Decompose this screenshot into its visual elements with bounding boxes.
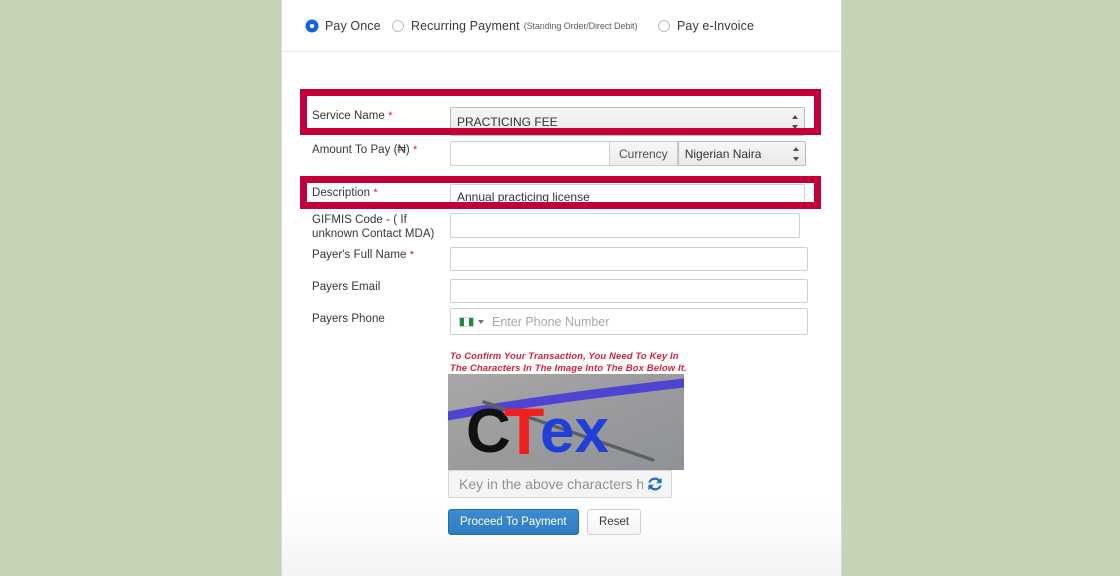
- label-amount-to-pay: Amount To Pay (₦) *: [312, 144, 418, 156]
- payment-type-row: Pay Once Recurring Payment (Standing Ord…: [282, 0, 841, 52]
- captcha-input[interactable]: [457, 475, 645, 493]
- label-payer-full-name: Payer's Full Name *: [312, 249, 415, 261]
- svg-text:T: T: [504, 394, 544, 468]
- payers-phone-input[interactable]: [490, 310, 807, 333]
- field-row-payer-name: Payer's Full Name *: [282, 247, 841, 280]
- description-input[interactable]: [450, 184, 805, 209]
- gifmis-code-input[interactable]: [450, 213, 800, 238]
- radio-indicator-recurring-payment[interactable]: [392, 20, 404, 32]
- flag-glyph: [459, 316, 474, 327]
- refresh-icon[interactable]: [645, 474, 665, 494]
- form-actions: Proceed To Payment Reset: [448, 509, 642, 535]
- captcha-image: C T ex: [448, 374, 684, 470]
- radio-sublabel-recurring-payment: (Standing Order/Direct Debit): [523, 21, 638, 31]
- chevron-updown-icon: [791, 114, 799, 129]
- required-marker: *: [413, 144, 418, 156]
- label-payers-phone: Payers Phone: [312, 313, 385, 325]
- radio-label-pay-once: Pay Once: [325, 19, 381, 33]
- control-amount-group: Currency Nigerian Naira: [450, 141, 806, 166]
- control-payer-phone: [450, 308, 808, 335]
- radio-option-pay-once[interactable]: Pay Once: [306, 19, 381, 33]
- amount-input[interactable]: [450, 141, 609, 166]
- control-payer-email: [450, 279, 808, 303]
- control-payer-name: [450, 247, 808, 271]
- control-description: [450, 184, 805, 209]
- label-payers-email: Payers Email: [312, 281, 381, 293]
- required-marker: *: [388, 110, 393, 122]
- required-marker: *: [373, 187, 378, 199]
- chevron-down-icon: [478, 319, 484, 324]
- reset-button[interactable]: Reset: [587, 509, 642, 535]
- payer-full-name-input[interactable]: [450, 247, 808, 271]
- service-name-select[interactable]: PRACTICING FEE: [450, 107, 805, 136]
- proceed-to-payment-button[interactable]: Proceed To Payment: [448, 509, 579, 535]
- label-service-name: Service Name *: [312, 110, 393, 122]
- currency-select[interactable]: Nigerian Naira: [677, 141, 806, 166]
- radio-indicator-pay-einvoice[interactable]: [658, 20, 670, 32]
- currency-addon-label: Currency: [609, 141, 678, 166]
- label-gifmis-code: GIFMIS Code - ( If unknown Contact MDA): [312, 214, 435, 240]
- service-name-value: PRACTICING FEE: [457, 114, 558, 129]
- label-description: Description *: [312, 187, 378, 199]
- nigeria-flag-icon[interactable]: [451, 316, 490, 327]
- field-row-payer-phone: Payers Phone: [282, 308, 841, 344]
- required-marker: *: [409, 249, 415, 261]
- captcha-input-wrapper: [448, 470, 672, 498]
- radio-option-recurring-payment[interactable]: Recurring Payment (Standing Order/Direct…: [392, 19, 637, 33]
- control-service-name: PRACTICING FEE: [450, 107, 805, 136]
- field-row-amount: Amount To Pay (₦) * Currency Nigerian Na…: [282, 141, 841, 175]
- radio-option-pay-einvoice[interactable]: Pay e-Invoice: [658, 19, 754, 33]
- payers-email-input[interactable]: [450, 279, 808, 303]
- captcha-instruction-text: To Confirm Your Transaction, You Need To…: [450, 351, 687, 374]
- captcha-image-content: C T ex: [448, 374, 684, 470]
- control-gifmis-code: [450, 213, 800, 238]
- currency-value: Nigerian Naira: [684, 146, 762, 161]
- field-row-service-name: Service Name * PRACTICING FEE: [282, 107, 841, 141]
- svg-text:ex: ex: [540, 397, 609, 466]
- chevron-updown-icon: [792, 146, 800, 161]
- page-root: Pay Once Recurring Payment (Standing Ord…: [0, 0, 1120, 576]
- payment-form-card: Pay Once Recurring Payment (Standing Ord…: [281, 0, 842, 576]
- radio-indicator-pay-once[interactable]: [306, 20, 318, 32]
- radio-label-pay-einvoice: Pay e-Invoice: [677, 19, 755, 33]
- radio-label-recurring-payment: Recurring Payment: [411, 19, 520, 33]
